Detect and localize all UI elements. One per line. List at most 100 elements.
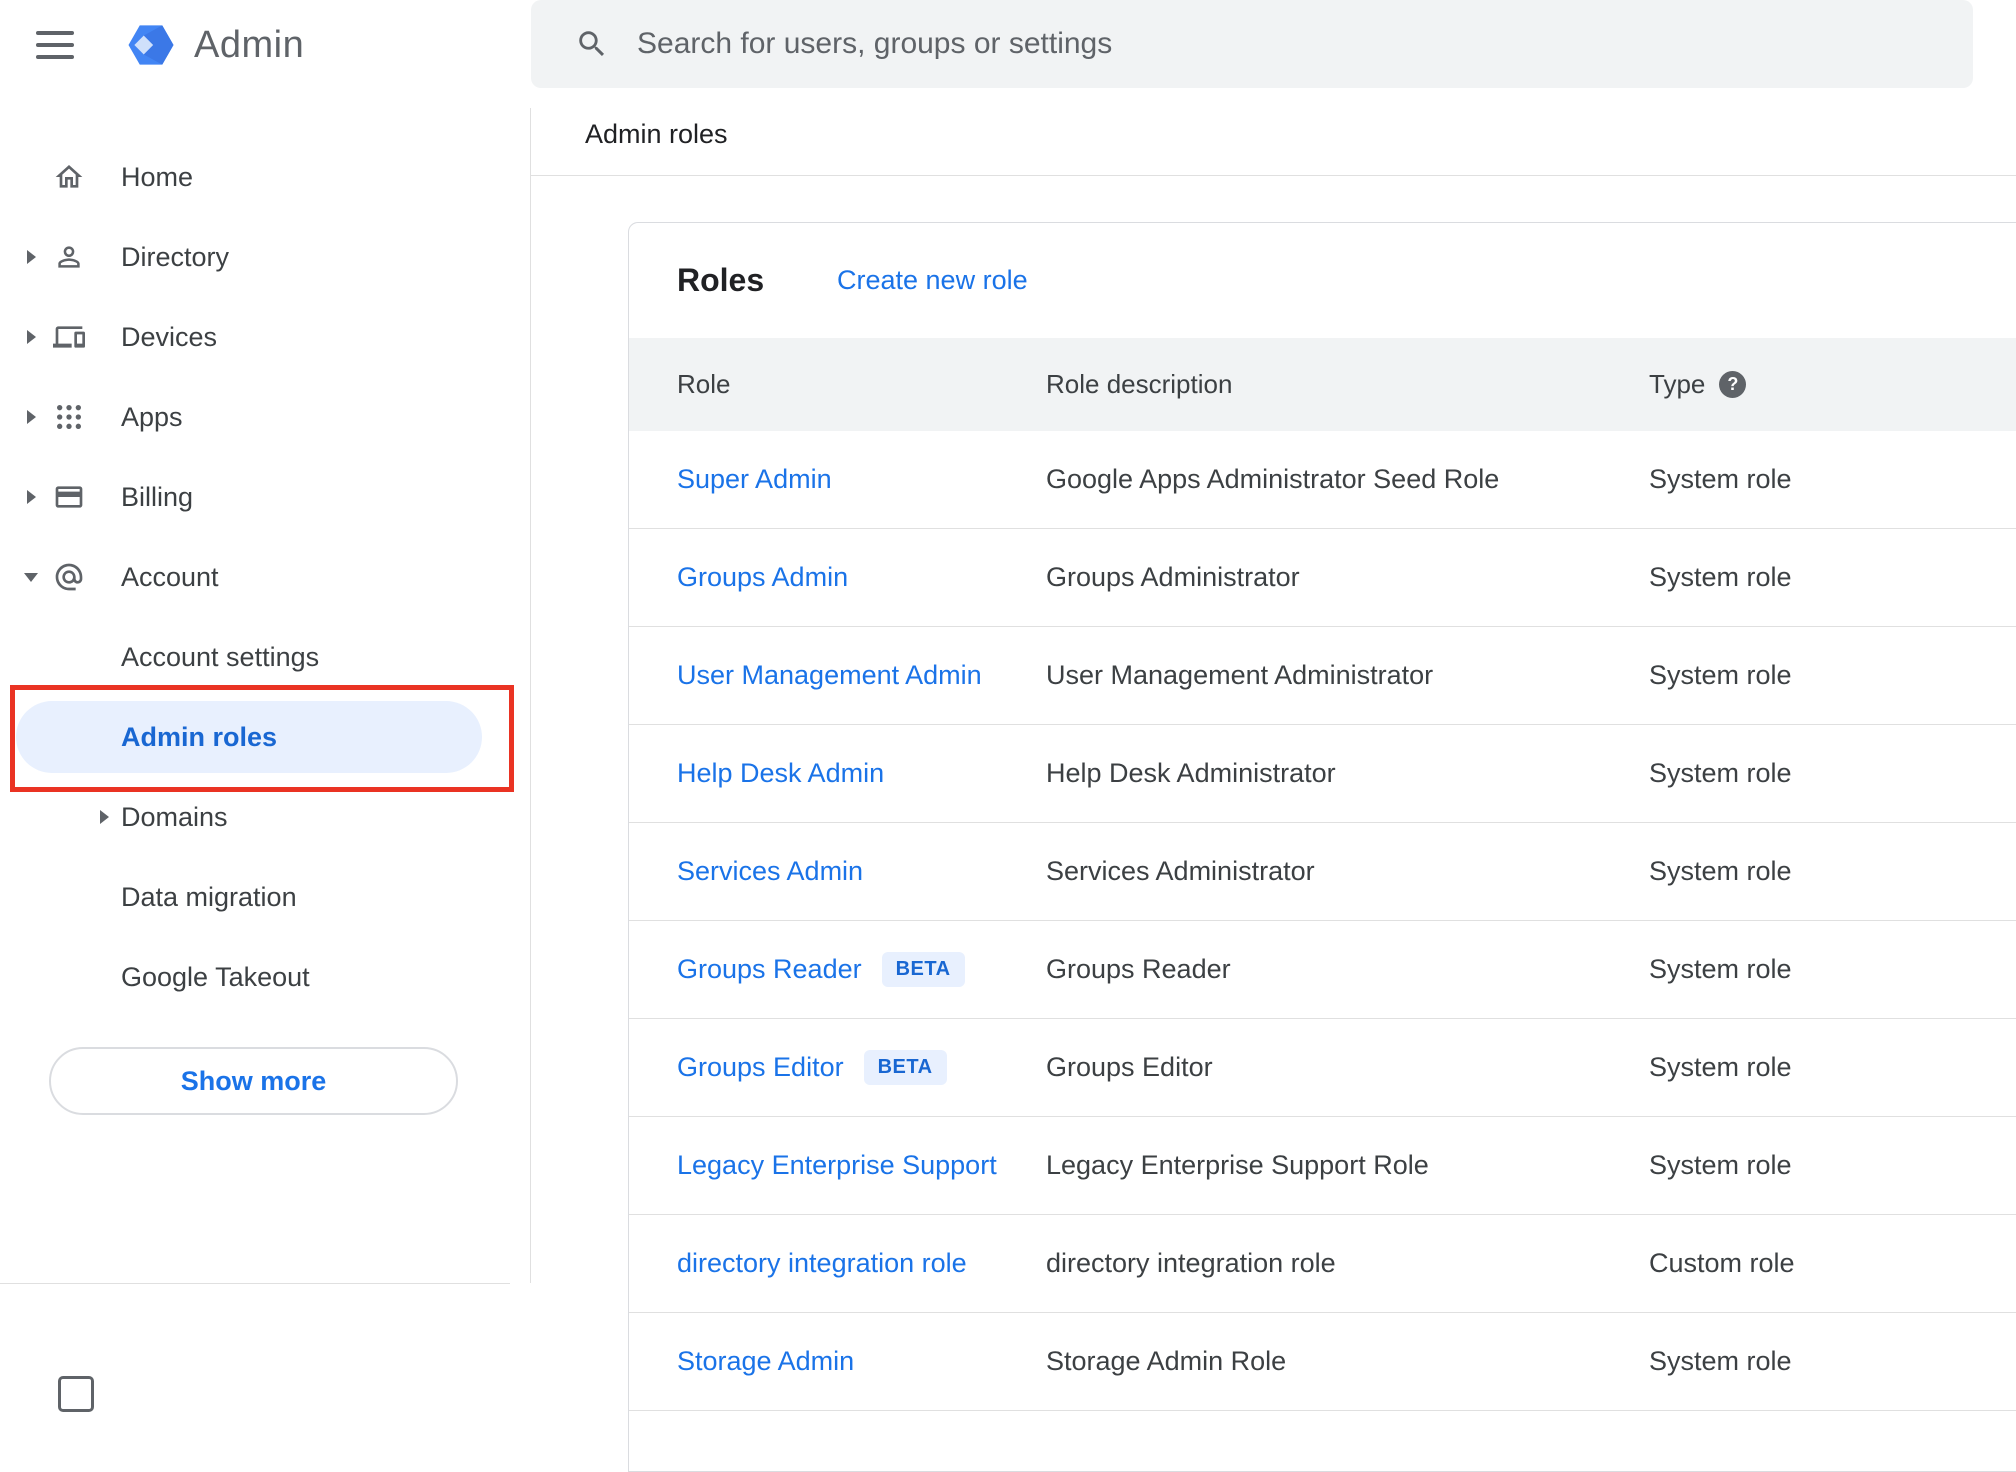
role-type: System role xyxy=(1649,660,1792,690)
role-cell: directory integration role xyxy=(677,1248,1046,1279)
role-description: Legacy Enterprise Support Role xyxy=(1046,1150,1429,1180)
sidebar-item-label: Devices xyxy=(121,321,218,352)
role-link[interactable]: User Management Admin xyxy=(677,660,982,691)
sidebar-item-data-migration[interactable]: Data migration xyxy=(0,857,531,937)
sidebar: Admin Home Directory Devices Apps Billin… xyxy=(0,0,531,1412)
apps-grid-icon xyxy=(48,401,90,433)
role-type: System role xyxy=(1649,562,1792,592)
sidebar-item-admin-roles[interactable]: Admin roles xyxy=(0,697,531,777)
role-cell: Legacy Enterprise Support xyxy=(677,1150,1046,1181)
role-type: Custom role xyxy=(1649,1248,1795,1278)
search-bar xyxy=(531,0,1973,88)
role-link[interactable]: Storage Admin xyxy=(677,1346,854,1377)
expand-arrow-icon[interactable] xyxy=(14,330,48,344)
role-cell: Groups Admin xyxy=(677,562,1046,593)
role-description: Groups Reader xyxy=(1046,954,1231,984)
sidebar-item-label: Account settings xyxy=(121,641,320,672)
role-cell: Storage Admin xyxy=(677,1346,1046,1377)
sidebar-item-label: Account xyxy=(121,561,219,592)
expand-arrow-icon[interactable] xyxy=(14,490,48,504)
role-cell: Super Admin xyxy=(677,464,1046,495)
expand-arrow-icon[interactable] xyxy=(14,410,48,424)
logo-text: Admin xyxy=(194,23,305,66)
sidebar-item-directory[interactable]: Directory xyxy=(0,217,531,297)
role-type: System role xyxy=(1649,856,1792,886)
role-link[interactable]: Help Desk Admin xyxy=(677,758,884,789)
role-link[interactable]: Groups Admin xyxy=(677,562,848,593)
search-icon[interactable] xyxy=(575,27,609,61)
role-cell: Groups Editor BETA xyxy=(677,1050,1046,1085)
roles-card: Roles Create new role Role Role descript… xyxy=(628,222,2016,1472)
table-row: Groups Editor BETA Groups Editor System … xyxy=(629,1019,2016,1117)
menu-icon[interactable] xyxy=(36,21,84,69)
search-input[interactable] xyxy=(637,14,1973,74)
role-description: directory integration role xyxy=(1046,1248,1336,1278)
create-new-role-link[interactable]: Create new role xyxy=(837,265,1028,296)
table-row: Help Desk Admin Help Desk Administrator … xyxy=(629,725,2016,823)
page-title: Roles xyxy=(677,262,765,298)
table-header-row: Role Role description Type ? xyxy=(629,338,2016,431)
sidebar-nav: Home Directory Devices Apps Billing Acco… xyxy=(0,137,531,1017)
beta-badge: BETA xyxy=(881,952,965,987)
role-cell: Services Admin xyxy=(677,856,1046,887)
admin-logo-icon xyxy=(124,18,178,72)
sidebar-header: Admin xyxy=(0,0,531,90)
sidebar-item-label: Home xyxy=(121,161,194,192)
role-type: System role xyxy=(1649,1150,1792,1180)
role-type: System role xyxy=(1649,1346,1792,1376)
table-row: Groups Reader BETA Groups Reader System … xyxy=(629,921,2016,1019)
header-divider xyxy=(531,175,2016,176)
role-description: Google Apps Administrator Seed Role xyxy=(1046,464,1500,494)
sidebar-item-billing[interactable]: Billing xyxy=(0,457,531,537)
show-more-button[interactable]: Show more xyxy=(49,1047,458,1115)
role-description: Groups Administrator xyxy=(1046,562,1300,592)
column-header-description: Role description xyxy=(1046,369,1233,399)
column-header-role: Role xyxy=(677,369,731,399)
role-description: Help Desk Administrator xyxy=(1046,758,1336,788)
sidebar-item-label: Data migration xyxy=(121,881,297,912)
role-link[interactable]: directory integration role xyxy=(677,1248,967,1279)
role-link[interactable]: Groups Reader xyxy=(677,954,862,985)
sidebar-item-label: Admin roles xyxy=(121,721,278,752)
beta-badge: BETA xyxy=(863,1050,947,1085)
at-sign-icon xyxy=(48,561,90,593)
breadcrumb: Admin roles xyxy=(585,119,728,149)
role-description: Storage Admin Role xyxy=(1046,1346,1287,1376)
roles-card-header: Roles Create new role xyxy=(629,223,2016,338)
sidebar-item-domains[interactable]: Domains xyxy=(0,777,531,857)
role-link[interactable]: Super Admin xyxy=(677,464,832,495)
column-header-type: Type ? xyxy=(1649,369,2016,400)
sidebar-item-google-takeout[interactable]: Google Takeout xyxy=(0,937,531,1017)
expand-arrow-icon[interactable] xyxy=(14,250,48,264)
role-description: Services Administrator xyxy=(1046,856,1315,886)
sidebar-item-account[interactable]: Account xyxy=(0,537,531,617)
role-type: System role xyxy=(1649,464,1792,494)
role-type: System role xyxy=(1649,954,1792,984)
role-link[interactable]: Groups Editor xyxy=(677,1052,844,1083)
table-row: Groups Admin Groups Administrator System… xyxy=(629,529,2016,627)
sidebar-item-apps[interactable]: Apps xyxy=(0,377,531,457)
sidebar-item-label: Directory xyxy=(121,241,230,272)
table-row: Services Admin Services Administrator Sy… xyxy=(629,823,2016,921)
sidebar-item-devices[interactable]: Devices xyxy=(0,297,531,377)
collapse-arrow-icon[interactable] xyxy=(14,572,48,582)
expand-arrow-icon[interactable] xyxy=(88,810,121,824)
column-header-type-label: Type xyxy=(1649,369,1706,399)
devices-icon xyxy=(48,321,90,353)
role-type: System role xyxy=(1649,758,1792,788)
roles-table-body: Super Admin Google Apps Administrator Se… xyxy=(629,431,2016,1411)
sidebar-item-home[interactable]: Home xyxy=(0,137,531,217)
person-icon xyxy=(48,241,90,273)
role-cell: User Management Admin xyxy=(677,660,1046,691)
role-description: User Management Administrator xyxy=(1046,660,1434,690)
help-icon[interactable]: ? xyxy=(1719,371,1747,398)
table-row: directory integration role directory int… xyxy=(629,1215,2016,1313)
sidebar-item-label: Apps xyxy=(121,401,183,432)
sidebar-item-account-settings[interactable]: Account settings xyxy=(0,617,531,697)
table-row: Legacy Enterprise Support Legacy Enterpr… xyxy=(629,1117,2016,1215)
role-description: Groups Editor xyxy=(1046,1052,1213,1082)
role-link[interactable]: Legacy Enterprise Support xyxy=(677,1150,997,1181)
role-link[interactable]: Services Admin xyxy=(677,856,863,887)
role-type: System role xyxy=(1649,1052,1792,1082)
table-row: User Management Admin User Management Ad… xyxy=(629,627,2016,725)
